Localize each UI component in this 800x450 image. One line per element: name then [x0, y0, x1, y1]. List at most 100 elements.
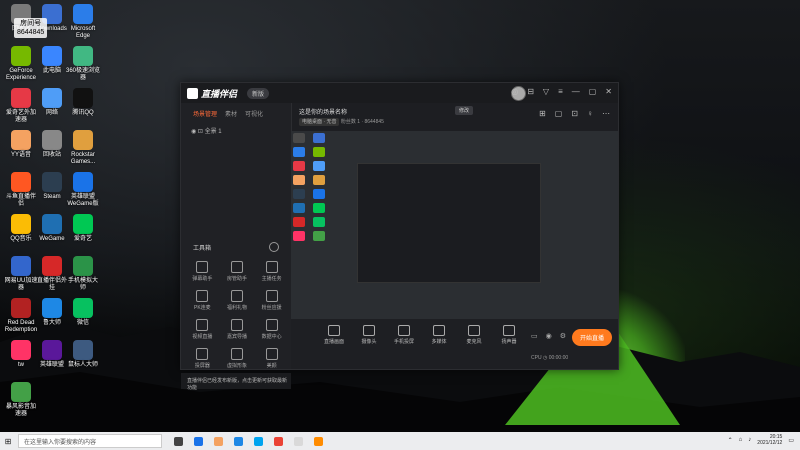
desktop-icon[interactable]: Steam: [35, 172, 69, 201]
source-button[interactable]: 扬声器: [496, 325, 522, 345]
desktop-icon[interactable]: 暴风影音加速器: [4, 382, 38, 418]
gear-icon[interactable]: ⚙: [560, 332, 566, 340]
live-app-icon[interactable]: [314, 436, 323, 446]
chrome-icon[interactable]: [274, 436, 283, 446]
tool-item[interactable]: 粉丝应援: [254, 290, 289, 311]
taskbar: ⊞ 在这里输入你要搜索的内容 ⌃ ⌂ ♪ 20:15 2021/12/12 ▭: [0, 432, 800, 450]
source-button[interactable]: 麦克风: [461, 325, 487, 345]
stream-preview[interactable]: [291, 131, 618, 319]
menu-icon[interactable]: ≡: [558, 87, 563, 96]
room-number-label: 房间号: [20, 20, 42, 27]
desktop-icon[interactable]: 微信: [66, 298, 100, 327]
store-icon[interactable]: [254, 436, 263, 446]
preview-desktop-icon: [313, 175, 325, 185]
source-button[interactable]: 手机投屏: [391, 325, 417, 345]
desktop-icon[interactable]: 回收站: [35, 130, 69, 159]
tool-label: 弹幕助手: [192, 276, 213, 282]
app-icon[interactable]: [294, 436, 303, 446]
desktop-icon[interactable]: 斗鱼直播伴侣: [4, 172, 38, 208]
layout-icon[interactable]: ⊡: [571, 109, 578, 118]
desktop-icon[interactable]: Microsoft Edge: [66, 4, 100, 40]
desktop-icon[interactable]: 网络: [35, 88, 69, 117]
frame-icon[interactable]: ▢: [555, 109, 563, 118]
desktop-icon[interactable]: 英雄联盟 WeGame版: [66, 172, 100, 208]
tool-item[interactable]: 弹幕助手: [185, 261, 220, 282]
panel-icon[interactable]: ⊟: [527, 87, 534, 96]
update-notice[interactable]: 直播伴侣已经发布新版，点击更新可获取最新功能: [181, 373, 291, 391]
tool-item[interactable]: PK连麦: [185, 290, 220, 311]
tool-item[interactable]: 主播任务: [254, 261, 289, 282]
source-button[interactable]: 多媒体: [426, 325, 452, 345]
desktop-icon[interactable]: 360极速浏览器: [66, 46, 100, 82]
tray-chevron-icon[interactable]: ⌃: [728, 437, 733, 444]
version-pill[interactable]: 新版: [247, 88, 270, 99]
network-icon[interactable]: ⌂: [739, 437, 743, 443]
record-icon[interactable]: ▭: [531, 332, 538, 340]
tool-item[interactable]: 美颜: [254, 348, 289, 369]
grid-icon[interactable]: ⊞: [539, 109, 546, 118]
desktop-icon[interactable]: WeGame: [35, 214, 69, 243]
tool-item[interactable]: 虚拟形象: [220, 348, 255, 369]
desktop-icon[interactable]: 此电脑: [35, 46, 69, 75]
desktop-icon[interactable]: 腾讯QQ: [66, 88, 100, 117]
task-view-icon[interactable]: [174, 436, 183, 446]
windows-start-icon[interactable]: ⊞: [0, 432, 16, 450]
eye-icon[interactable]: ◉: [546, 332, 552, 340]
tool-item[interactable]: 房管助手: [220, 261, 255, 282]
desktop-icon[interactable]: 英雄联盟: [35, 340, 69, 369]
tool-item[interactable]: 数据中心: [254, 319, 289, 340]
tools-title: 工具箱: [193, 246, 212, 252]
file-explorer-icon[interactable]: [214, 436, 223, 446]
desktop-icon[interactable]: 鼠标人大师: [66, 340, 100, 369]
desktop-icon[interactable]: 鲁大师: [35, 298, 69, 327]
tool-item[interactable]: 福利礼物: [220, 290, 255, 311]
clock[interactable]: 20:15 2021/12/12: [757, 434, 782, 446]
share-icon[interactable]: ⋯: [602, 109, 610, 118]
tool-label: 视频直播: [192, 334, 213, 340]
edge-icon[interactable]: [194, 436, 203, 446]
desktop-icon[interactable]: YY语音: [4, 130, 38, 159]
start-live-button[interactable]: 开始直播: [571, 329, 612, 346]
taskbar-search-input[interactable]: 在这里输入你要搜索的内容: [18, 434, 162, 448]
mail-icon[interactable]: [234, 436, 243, 446]
desktop-icon[interactable]: 手机模拟大师: [66, 256, 100, 292]
preview-desktop-icon: [313, 161, 325, 171]
desktop-icon[interactable]: tw: [4, 340, 38, 369]
tool-item[interactable]: 投屏器: [185, 348, 220, 369]
tools-settings-icon[interactable]: [269, 242, 279, 252]
tab-visual[interactable]: 可视化: [245, 109, 263, 118]
app-icon: [11, 46, 31, 66]
desktop-icon[interactable]: QQ音乐: [4, 214, 38, 243]
preview-desktop-icon: [293, 189, 305, 199]
person-icon[interactable]: ♀: [587, 109, 593, 118]
left-panel: 场景管理 素材 可视化 ◉ ⊡ 全景 1 工具箱 弹幕助手 房管助手 主播任务 PK连…: [181, 103, 292, 391]
desktop-icon[interactable]: Red Dead Redemption: [4, 298, 38, 334]
close-icon[interactable]: ✕: [605, 87, 612, 96]
tab-scene-management[interactable]: 场景管理: [193, 109, 217, 118]
tool-icon: [196, 290, 209, 302]
desktop-icon-label: YY语音: [10, 152, 31, 158]
edit-scene-button[interactable]: 修改: [455, 106, 474, 115]
maximize-icon[interactable]: ▢: [589, 87, 597, 96]
desktop-icon[interactable]: 爱奇艺外加速器: [4, 88, 38, 124]
desktop-icon[interactable]: 爱奇艺: [66, 214, 100, 243]
volume-icon[interactable]: ♪: [748, 437, 751, 443]
room-number-card: 房间号 8644845: [14, 18, 48, 38]
source-button[interactable]: 直播画面: [321, 325, 347, 345]
tool-item[interactable]: 嘉宾导播: [220, 319, 255, 340]
scene-item[interactable]: ◉ ⊡ 全景 1: [181, 124, 291, 137]
desktop-icon[interactable]: 直播伴侣外挂: [35, 256, 69, 292]
tab-material[interactable]: 素材: [225, 109, 237, 118]
desktop-icon[interactable]: Rockstar Games...: [66, 130, 100, 166]
scene-source-chip[interactable]: 电脑桌面 · 无音: [299, 118, 340, 126]
notification-icon[interactable]: ▭: [788, 437, 794, 444]
minimize-icon[interactable]: —: [572, 87, 580, 96]
tool-label: 数据中心: [261, 334, 282, 340]
tool-item[interactable]: 视频直播: [185, 319, 220, 340]
desktop-icon[interactable]: 网易UU加速器: [4, 256, 38, 292]
target-icon[interactable]: ◎: [511, 87, 518, 96]
preview-desktop-icon: [313, 203, 325, 213]
desktop-icon[interactable]: GeForce Experience: [4, 46, 38, 82]
filter-icon[interactable]: ▽: [543, 87, 549, 96]
source-button[interactable]: 摄像头: [356, 325, 382, 345]
